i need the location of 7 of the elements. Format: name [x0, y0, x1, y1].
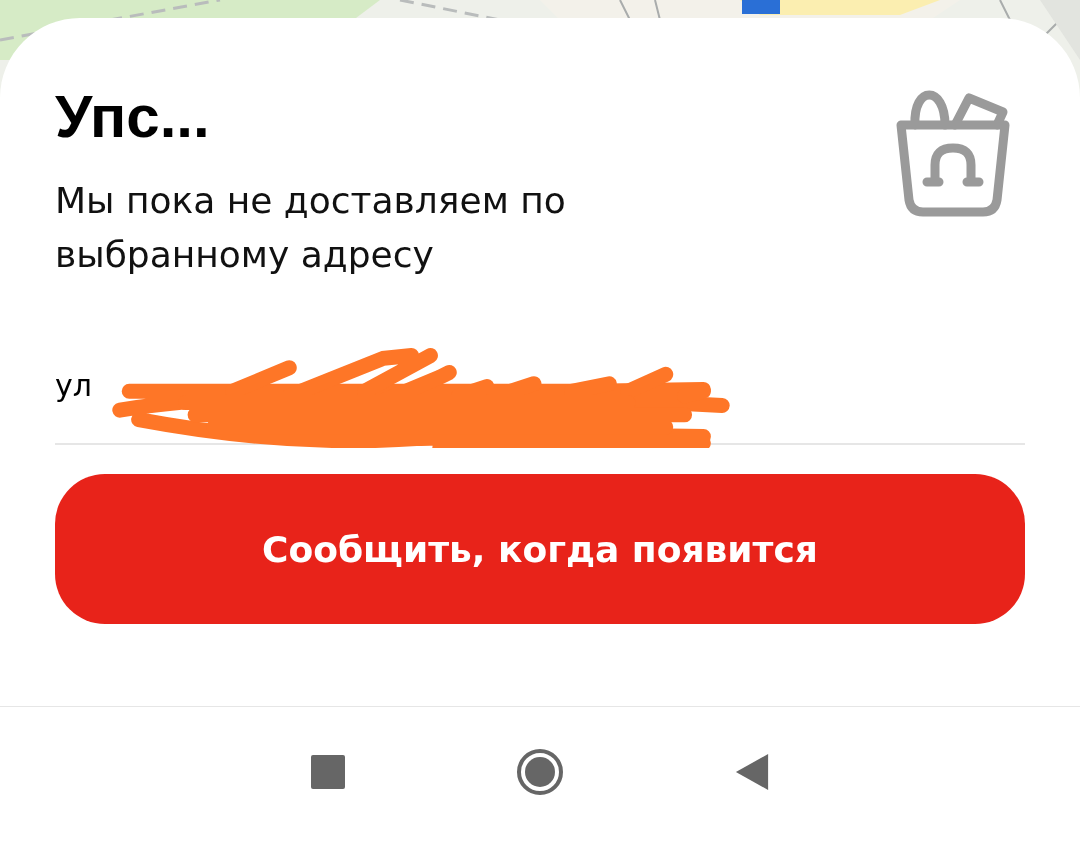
back-icon[interactable] [735, 754, 769, 791]
notify-button[interactable]: Сообщить, когда появится [55, 474, 1025, 624]
home-icon[interactable] [515, 747, 565, 798]
address-text: ул [55, 368, 92, 403]
sheet-title: Упс... [55, 82, 211, 152]
sheet-message: Мы пока не доставляем по выбранному адресу [55, 179, 567, 277]
recents-icon[interactable] [311, 754, 345, 791]
